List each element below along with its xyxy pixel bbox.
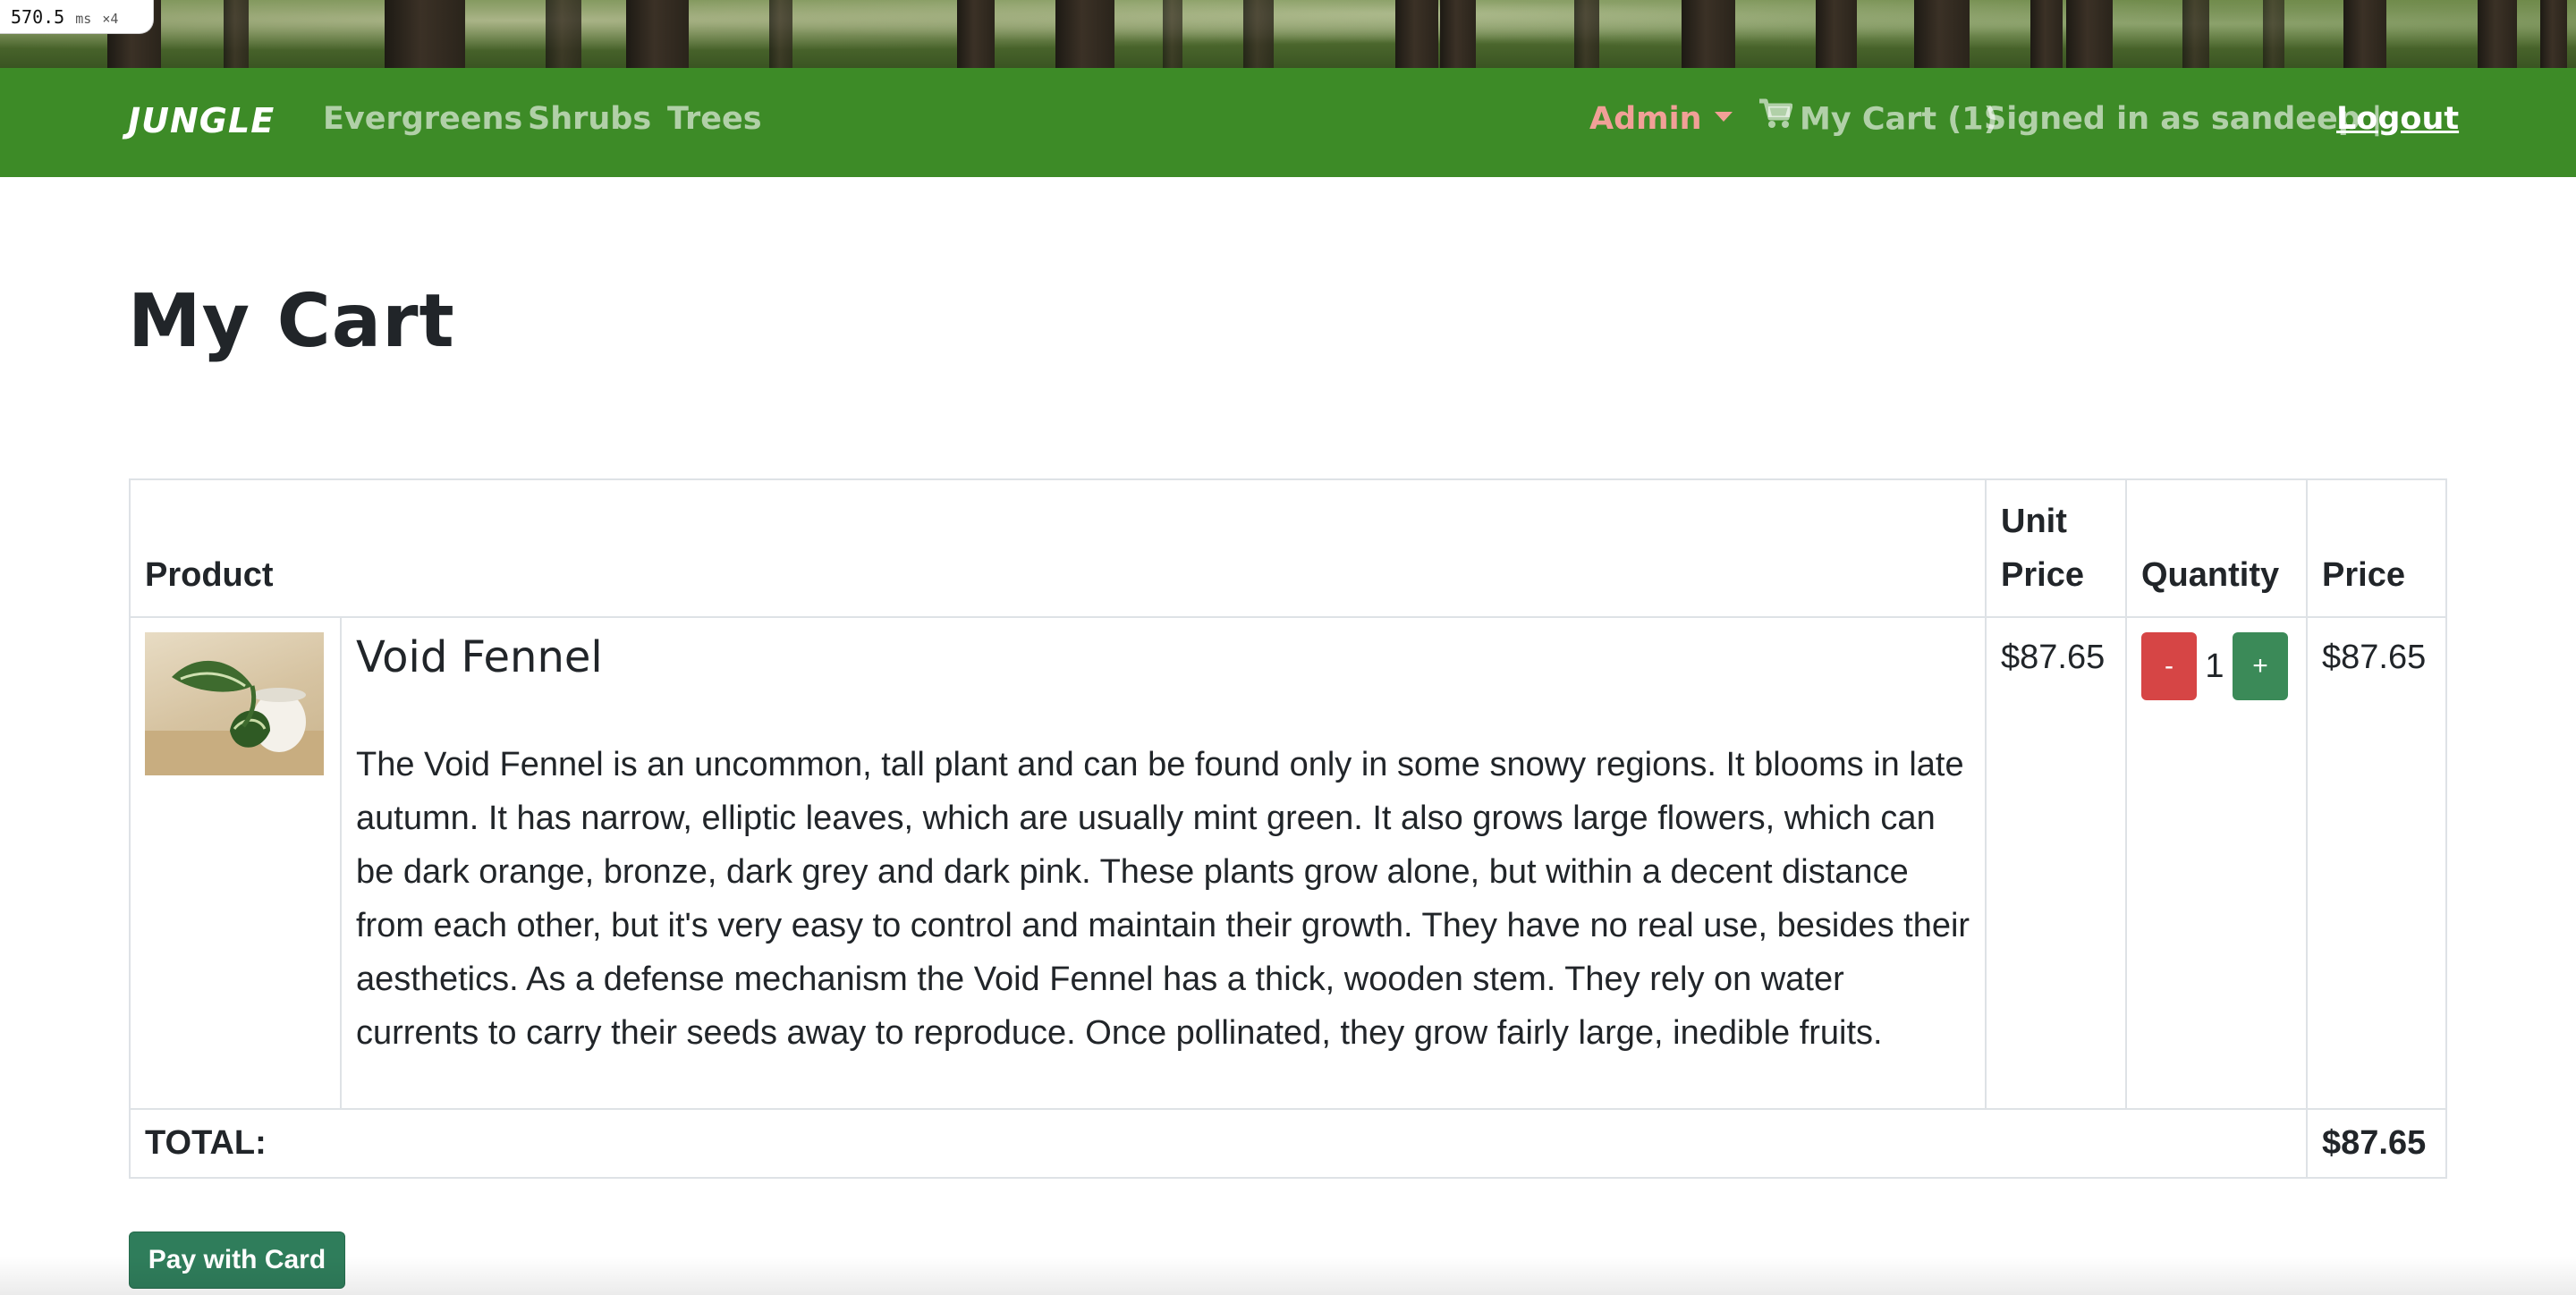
total-label: TOTAL: bbox=[129, 1108, 2308, 1179]
product-info-cell: Void Fennel The Void Fennel is an uncomm… bbox=[340, 616, 1987, 1110]
table-header-row: Product Unit Price Quantity Price bbox=[129, 478, 2447, 618]
header-banner-image bbox=[0, 0, 2576, 68]
decrease-quantity-button[interactable]: - bbox=[2141, 632, 2197, 700]
unit-price-cell: $87.65 bbox=[1985, 616, 2127, 1110]
product-description: The Void Fennel is an uncommon, tall pla… bbox=[356, 746, 1970, 1052]
pay-with-card-button[interactable]: Pay with Card bbox=[129, 1232, 345, 1289]
price-cell: $87.65 bbox=[2306, 616, 2447, 1110]
nav-link-trees[interactable]: Trees bbox=[667, 101, 762, 137]
caret-down-icon bbox=[1714, 111, 1733, 122]
nav-cart-link[interactable]: My Cart (1) bbox=[1758, 98, 1998, 140]
cart-label: My Cart (1) bbox=[1800, 101, 1998, 138]
total-value: $87.65 bbox=[2306, 1108, 2447, 1179]
shopping-cart-icon bbox=[1758, 98, 1793, 137]
product-name: Void Fennel bbox=[356, 632, 603, 682]
quantity-cell: - 1 + bbox=[2125, 616, 2308, 1110]
header-price: Price bbox=[2306, 478, 2447, 618]
increase-quantity-button[interactable]: + bbox=[2233, 632, 2288, 700]
product-image-cell bbox=[129, 616, 342, 1110]
perf-value: 570.5 bbox=[11, 6, 65, 28]
header-quantity: Quantity bbox=[2125, 478, 2308, 618]
page-title: My Cart bbox=[128, 279, 455, 364]
signed-in-text: Signed in as sandeep | bbox=[1984, 101, 2383, 137]
admin-label: Admin bbox=[1589, 101, 1702, 137]
perf-multiplier: ×4 bbox=[102, 11, 119, 27]
quantity-stepper: - 1 + bbox=[2141, 632, 2292, 700]
total-row: TOTAL: $87.65 bbox=[129, 1108, 2447, 1179]
product-thumbnail bbox=[145, 632, 324, 775]
navbar: JUNGLE Evergreens Shrubs Trees Admin My … bbox=[0, 68, 2576, 177]
quantity-value: 1 bbox=[2205, 647, 2224, 685]
perf-unit: ms bbox=[75, 11, 92, 27]
logout-link[interactable]: Logout bbox=[2336, 101, 2459, 137]
header-product: Product bbox=[129, 478, 1987, 618]
cart-table: Product Unit Price Quantity Price Void F… bbox=[129, 478, 2447, 1179]
table-row: Void Fennel The Void Fennel is an uncomm… bbox=[129, 616, 2447, 1110]
admin-dropdown[interactable]: Admin bbox=[1589, 101, 1733, 137]
nav-link-shrubs[interactable]: Shrubs bbox=[528, 101, 651, 137]
brand-logo[interactable]: JUNGLE bbox=[128, 101, 275, 140]
perf-badge: 570.5 ms ×4 bbox=[0, 0, 154, 34]
nav-link-evergreens[interactable]: Evergreens bbox=[323, 101, 522, 137]
header-unit-price: Unit Price bbox=[1985, 478, 2127, 618]
bottom-fade bbox=[0, 1257, 2576, 1295]
